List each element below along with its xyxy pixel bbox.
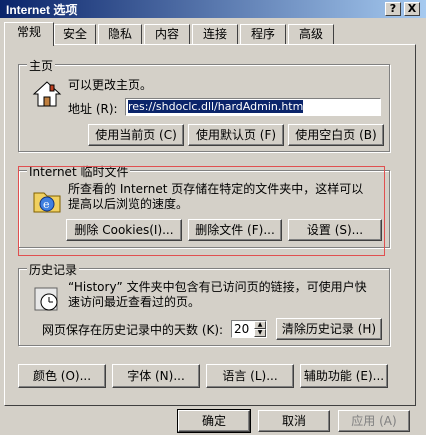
cancel-button[interactable]: 取消	[258, 410, 330, 432]
accessibility-button[interactable]: 辅助功能 (E)...	[300, 364, 388, 388]
help-button[interactable]: ?	[385, 2, 401, 16]
address-label: 地址 (R):	[68, 102, 118, 116]
tab-programs[interactable]: 程序	[240, 24, 286, 44]
tab-security[interactable]: 安全	[54, 24, 96, 44]
history-icon	[34, 287, 58, 311]
spin-down-icon[interactable]: ▼	[254, 329, 266, 337]
history-days-stepper[interactable]: 20 ▲ ▼	[231, 320, 267, 338]
history-desc-line2: 速访问最近查看过的页。	[68, 295, 201, 309]
ok-button[interactable]: 确定	[177, 409, 251, 433]
use-default-button[interactable]: 使用默认页 (F)	[188, 124, 284, 146]
tab-content[interactable]: 内容	[144, 24, 190, 44]
clear-history-button[interactable]: 清除历史记录 (H)	[276, 318, 382, 340]
fonts-button[interactable]: 字体 (N)...	[112, 364, 200, 388]
home-group-label: 主页	[27, 57, 56, 74]
close-button[interactable]: X	[404, 2, 420, 16]
languages-button[interactable]: 语言 (L)...	[206, 364, 294, 388]
tab-general[interactable]: 常规	[4, 22, 54, 46]
highlight-box	[18, 166, 385, 256]
history-days-value: 20	[234, 322, 250, 336]
tab-privacy[interactable]: 隐私	[98, 24, 142, 44]
history-group-label: 历史记录	[27, 261, 80, 278]
address-value: res://shdoclc.dll/hardAdmin.htm	[128, 100, 304, 113]
colors-button[interactable]: 颜色 (O)...	[18, 364, 106, 388]
address-input[interactable]: res://shdoclc.dll/hardAdmin.htm	[125, 98, 381, 116]
window-title: Internet 选项	[6, 3, 78, 17]
tab-advanced[interactable]: 高级	[288, 24, 334, 44]
home-icon	[32, 81, 62, 107]
tab-connections[interactable]: 连接	[192, 24, 238, 44]
use-current-button[interactable]: 使用当前页 (C)	[88, 124, 184, 146]
history-days-label: 网页保存在历史记录中的天数 (K):	[42, 323, 224, 337]
apply-button[interactable]: 应用 (A)	[338, 410, 410, 432]
use-blank-button[interactable]: 使用空白页 (B)	[288, 124, 384, 146]
spin-up-icon[interactable]: ▲	[254, 321, 266, 329]
title-bar: Internet 选项 ? X	[0, 0, 426, 18]
home-desc: 可以更改主页。	[68, 78, 153, 92]
